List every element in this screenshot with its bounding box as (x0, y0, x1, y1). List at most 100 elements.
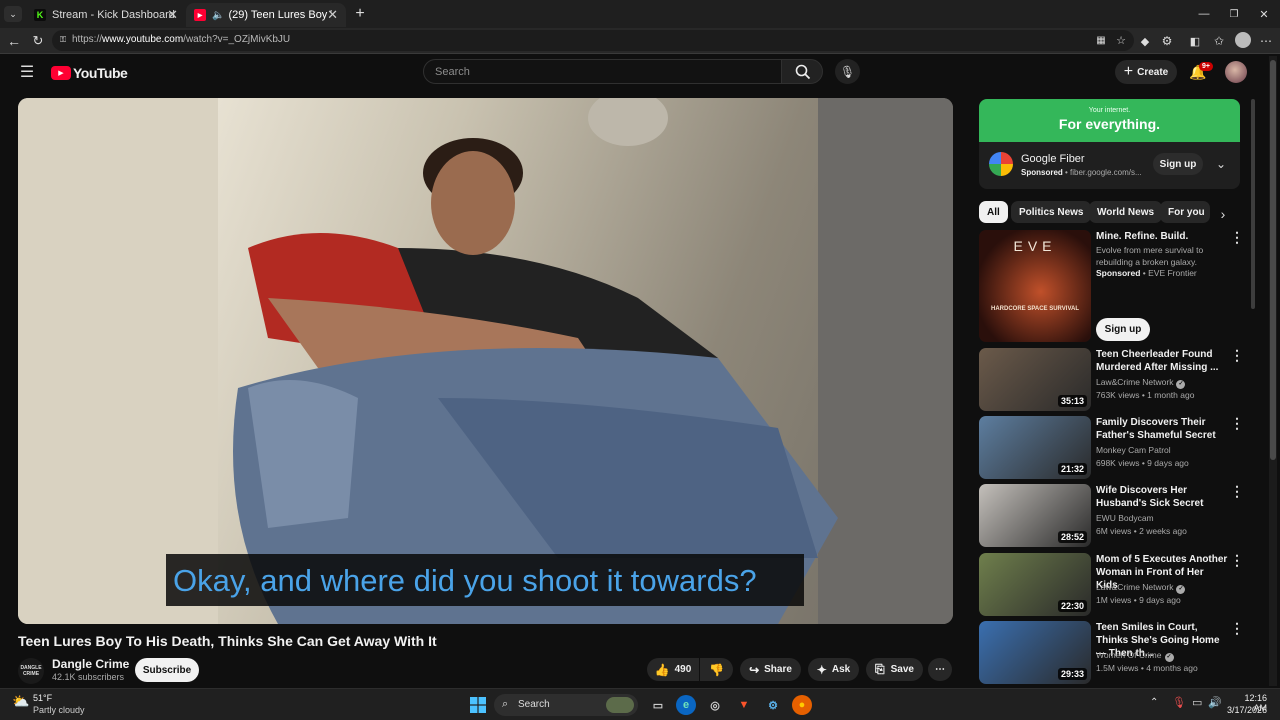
reload-icon[interactable]: ↻ (30, 33, 46, 49)
site-info-icon[interactable]: ⚿ (58, 34, 68, 46)
speaker-icon[interactable]: 🔈 (212, 10, 224, 21)
search-button[interactable] (781, 59, 823, 84)
chevron-down-icon[interactable]: ⌄ (1213, 155, 1229, 173)
ad-banner-big: For everything. (1058, 116, 1161, 132)
sponsored-advertiser: EVE Frontier (1148, 268, 1197, 278)
network-icon[interactable]: ▭ (1192, 696, 1202, 709)
close-tab-icon[interactable]: ✕ (167, 7, 178, 23)
video-channel-row[interactable]: Law&Crime Network ✓ (1096, 377, 1186, 389)
brave-browser-icon[interactable]: ▼ (734, 695, 754, 715)
reader-view-icon[interactable]: ▦ (1094, 33, 1108, 47)
video-channel-row[interactable]: Women Of Crime ✓ (1096, 650, 1174, 662)
windows-start-icon[interactable] (468, 695, 488, 715)
minimize-icon[interactable]: — (1196, 6, 1212, 22)
video-stats: 1.5M views • 4 months ago (1096, 663, 1198, 673)
sponsored-thumbnail[interactable]: EVE HARDCORE SPACE SURVIVAL (979, 230, 1091, 342)
weather-icon[interactable]: ⛅ (12, 693, 30, 711)
video-title[interactable]: Family Discovers Their Father's Shameful… (1096, 416, 1228, 442)
weather-temp[interactable]: 51°F (33, 693, 52, 703)
video-caption: Okay, and where did you shoot it towards… (166, 554, 804, 606)
mic-in-use-icon[interactable]: 🎙 (1172, 696, 1186, 709)
kebab-menu-icon[interactable]: ⋮ (1230, 229, 1244, 246)
chrome-icon[interactable]: ◎ (705, 695, 725, 715)
like-button[interactable]: 👍 490 (647, 658, 699, 681)
profile-avatar[interactable] (1235, 32, 1251, 48)
video-thumbnail[interactable]: 29:33 (979, 621, 1091, 684)
save-button[interactable]: ⎘ Save (866, 658, 923, 681)
close-tab-icon[interactable]: ✕ (327, 7, 338, 23)
chip-politics-news[interactable]: Politics News (1011, 201, 1092, 223)
video-title[interactable]: Wife Discovers Her Husband's Sick Secret (1096, 484, 1228, 510)
sponsored-signup-button[interactable]: Sign up (1096, 318, 1150, 341)
edge-browser-icon[interactable]: e (676, 695, 696, 715)
dislike-button[interactable]: 👎 (700, 658, 733, 681)
ad-signup-button[interactable]: Sign up (1153, 153, 1203, 175)
tray-chevron-up-icon[interactable]: ⌃ (1150, 697, 1158, 708)
share-button[interactable]: ↪ Share (740, 658, 801, 681)
sponsored-title[interactable]: Mine. Refine. Build. (1096, 230, 1228, 243)
kebab-menu-icon[interactable]: ⋮ (1230, 620, 1244, 637)
task-view-icon[interactable]: ▭ (648, 695, 668, 715)
chevron-right-icon[interactable]: › (1214, 205, 1232, 223)
new-tab-plus-icon[interactable]: + (352, 5, 368, 23)
more-actions-button[interactable]: ⋯ (928, 658, 952, 681)
restore-icon[interactable]: ❐ (1226, 6, 1242, 22)
voice-search-mic-icon[interactable]: 🎙 (835, 59, 860, 84)
tab-kick-dashboard[interactable]: K Stream - Kick Dashboard ✕ (26, 3, 186, 27)
tab-youtube-video[interactable]: ▶ 🔈 (29) Teen Lures Boy To His De ✕ (186, 3, 346, 27)
split-screen-icon[interactable]: ◧ (1188, 33, 1202, 49)
kebab-menu-icon[interactable]: ⋮ (1230, 415, 1244, 432)
hamburger-menu-icon[interactable]: ☰ (18, 64, 36, 81)
video-channel: EWU Bodycam (1096, 513, 1154, 523)
sidebar-scrollbar[interactable] (1251, 99, 1255, 309)
close-window-icon[interactable]: ✕ (1256, 6, 1272, 22)
video-thumbnail[interactable]: 22:30 (979, 553, 1091, 616)
page-scrollbar-thumb[interactable] (1270, 60, 1276, 460)
google-fiber-logo-icon (989, 152, 1013, 176)
kebab-menu-icon[interactable]: ⋮ (1230, 483, 1244, 500)
video-thumbnail[interactable]: 28:52 (979, 484, 1091, 547)
favorites-icon[interactable]: ✩ (1212, 33, 1226, 49)
url-field[interactable]: ⚿ https://www.youtube.com/watch?v=_OZjMi… (52, 30, 1134, 51)
url-prefix: https:// (72, 34, 103, 45)
channel-avatar[interactable]: DANGLE CRIME (18, 658, 44, 684)
ad-name[interactable]: Google Fiber (1021, 153, 1085, 165)
video-thumbnail[interactable]: 21:32 (979, 416, 1091, 479)
favorite-star-icon[interactable]: ☆ (1114, 33, 1128, 47)
video-thumbnail[interactable]: 35:13 (979, 348, 1091, 411)
taskbar-search[interactable]: ⌕ Search (494, 694, 638, 716)
video-title[interactable]: Teen Cheerleader Found Murdered After Mi… (1096, 348, 1228, 374)
search-input[interactable]: Search (423, 59, 782, 84)
kebab-menu-icon[interactable]: ⋮ (1230, 552, 1244, 569)
youtube-logo[interactable]: ▶ YouTube (51, 65, 128, 81)
thumbs-up-icon: 👍 (654, 662, 670, 677)
video-channel-row[interactable]: EWU Bodycam (1096, 513, 1154, 523)
channel-name[interactable]: Dangle Crime (52, 657, 129, 671)
firefox-icon[interactable]: ● (792, 695, 812, 715)
ad-banner[interactable]: Your internet. For everything. (979, 99, 1240, 142)
tab-list-chevron-icon[interactable]: ⌄ (4, 6, 22, 22)
account-avatar[interactable] (1225, 61, 1247, 83)
kebab-menu-icon[interactable]: ⋮ (1230, 347, 1244, 364)
video-channel-row[interactable]: Monkey Cam Patrol (1096, 445, 1171, 455)
youtube-play-logo-icon: ▶ (51, 65, 71, 80)
url-host: www.youtube.com (102, 34, 184, 45)
chip-for-you[interactable]: For you (1160, 201, 1210, 223)
sparkle-icon: ✦ (816, 662, 827, 677)
extensions-puzzle-icon[interactable]: ⚙ (1160, 33, 1174, 49)
ask-button[interactable]: ✦ Ask (808, 658, 859, 681)
video-player[interactable]: Okay, and where did you shoot it towards… (18, 98, 953, 624)
video-channel-row[interactable]: Law&Crime Network ✓ (1096, 582, 1186, 594)
chip-all[interactable]: All (979, 201, 1008, 223)
chip-world-news[interactable]: World News (1089, 201, 1163, 223)
steam-icon[interactable]: ⚙ (763, 695, 783, 715)
more-menu-icon[interactable]: ⋯ (1259, 33, 1273, 49)
subscribe-button[interactable]: Subscribe (135, 658, 199, 682)
sponsored-label: Sponsored (1096, 268, 1141, 278)
extension-icon[interactable]: ◆ (1138, 33, 1152, 49)
back-arrow-icon[interactable]: ← (6, 33, 22, 49)
address-toolbar: ← ↻ ⚿ https://www.youtube.com/watch?v=_O… (0, 28, 1280, 54)
create-button[interactable]: + Create (1115, 60, 1177, 84)
search-placeholder: Search (435, 66, 470, 78)
volume-icon[interactable]: 🔊 (1208, 696, 1222, 709)
